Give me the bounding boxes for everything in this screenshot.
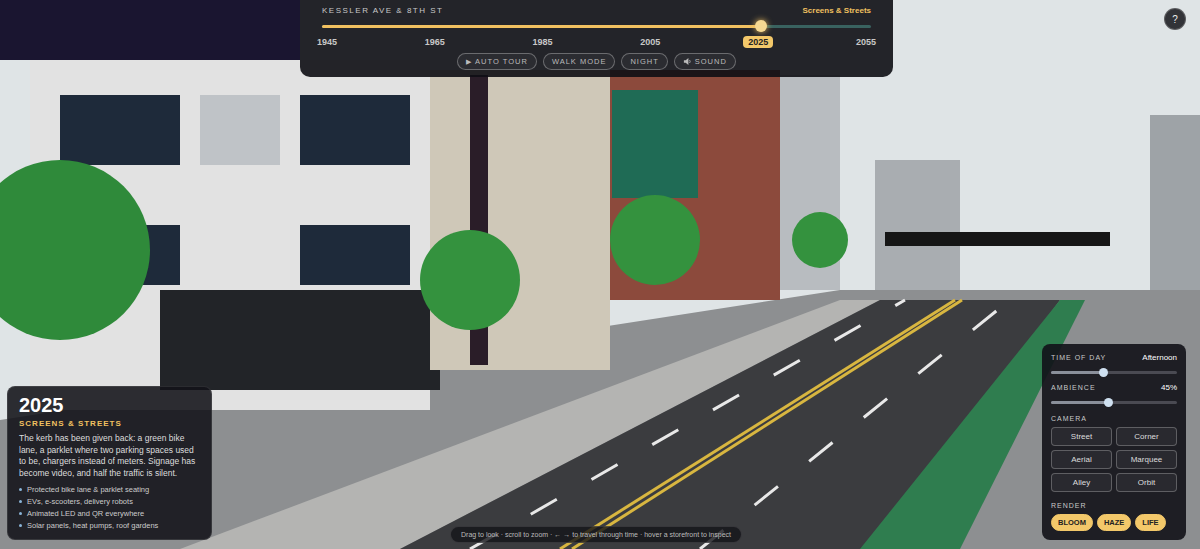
year-tick[interactable]: 2025 [743, 36, 773, 48]
app: KESSLER AVE & 8TH ST Screens & Streets 1… [0, 0, 1200, 549]
camera-button[interactable]: Corner [1116, 427, 1177, 446]
slider-track[interactable] [1051, 371, 1177, 374]
camera-button[interactable]: Aerial [1051, 450, 1112, 469]
control-button[interactable]: ▶ AUTO TOUR [457, 53, 537, 70]
year-tick[interactable]: 1945 [312, 36, 342, 48]
timeline-panel: KESSLER AVE & 8TH ST Screens & Streets 1… [300, 0, 893, 77]
setting-slider: AMBIENCE45% [1051, 383, 1177, 404]
control-button[interactable]: SOUND [674, 53, 736, 70]
feature-item: EVs, e-scooters, delivery robots [19, 497, 200, 506]
slider-track[interactable] [1051, 401, 1177, 404]
feature-item: Protected bike lane & parklet seating [19, 485, 200, 494]
control-button[interactable]: WALK MODE [543, 53, 616, 70]
camera-button[interactable]: Alley [1051, 473, 1112, 492]
location-label: KESSLER AVE & 8TH ST [322, 6, 443, 15]
timeline-slider[interactable] [322, 25, 871, 28]
render-toggle[interactable]: BLOOM [1051, 514, 1093, 531]
hint-bar: Drag to look · scroll to zoom · ← → to t… [450, 526, 742, 543]
year-tick[interactable]: 2055 [851, 36, 881, 48]
info-year: 2025 [19, 394, 200, 417]
info-description: The kerb has been given back: a green bi… [19, 433, 200, 479]
render-toggle[interactable]: HAZE [1097, 514, 1131, 531]
control-button[interactable]: NIGHT [621, 53, 667, 70]
year-tick[interactable]: 1985 [528, 36, 558, 48]
settings-panel: TIME OF DAYAfternoon AMBIENCE45% CAMERA … [1042, 344, 1186, 540]
camera-button[interactable]: Orbit [1116, 473, 1177, 492]
setting-slider: TIME OF DAYAfternoon [1051, 353, 1177, 374]
help-button[interactable]: ? [1164, 8, 1186, 30]
timeline-knob[interactable] [755, 20, 767, 32]
slider-knob[interactable] [1099, 368, 1108, 377]
info-card: 2025 SCREENS & STREETS The kerb has been… [7, 386, 212, 540]
feature-item: Animated LED and QR everywhere [19, 509, 200, 518]
era-label: Screens & Streets [803, 6, 871, 15]
year-tick[interactable]: 1965 [420, 36, 450, 48]
speaker-icon [683, 57, 692, 66]
slider-knob[interactable] [1104, 398, 1113, 407]
info-title: SCREENS & STREETS [19, 419, 200, 428]
camera-button[interactable]: Street [1051, 427, 1112, 446]
render-toggle[interactable]: LIFE [1135, 514, 1165, 531]
feature-item: Solar panels, heat pumps, roof gardens [19, 521, 200, 530]
camera-button[interactable]: Marquee [1116, 450, 1177, 469]
year-tick[interactable]: 2005 [635, 36, 665, 48]
